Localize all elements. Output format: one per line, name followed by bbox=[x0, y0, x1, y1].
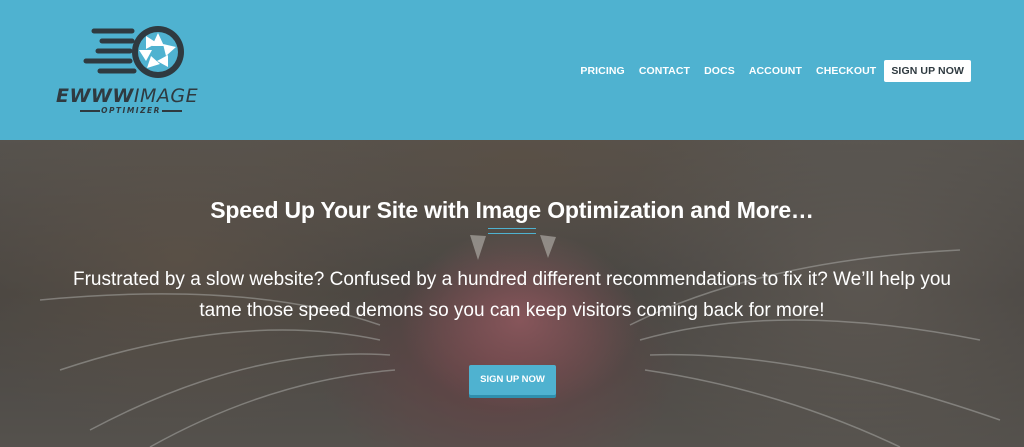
main-nav: PRICING CONTACT DOCS ACCOUNT CHECKOUT SI… bbox=[566, 60, 971, 82]
title-divider bbox=[488, 228, 536, 234]
nav-contact[interactable]: CONTACT bbox=[639, 65, 690, 77]
nav-pricing[interactable]: PRICING bbox=[580, 65, 624, 77]
aperture-logo-icon bbox=[83, 26, 184, 78]
logo-word-bold: EWWW bbox=[56, 85, 134, 107]
logo-subtitle: OPTIMIZER bbox=[76, 106, 186, 115]
site-header: EWWWIMAGE OPTIMIZER PRICING CONTACT DOCS… bbox=[0, 0, 1024, 140]
nav-docs[interactable]: DOCS bbox=[704, 65, 735, 77]
hero-description: Frustrated by a slow website? Confused b… bbox=[73, 269, 951, 321]
hero-section: Speed Up Your Site with Image Optimizati… bbox=[0, 140, 1024, 447]
logo-wordmark: EWWWIMAGE bbox=[56, 85, 198, 107]
nav-signup-button[interactable]: SIGN UP NOW bbox=[884, 60, 971, 82]
hero-title: Speed Up Your Site with Image Optimizati… bbox=[210, 197, 814, 223]
hero-signup-button[interactable]: SIGN UP NOW bbox=[469, 365, 556, 395]
hero-content: Speed Up Your Site with Image Optimizati… bbox=[0, 140, 1024, 447]
logo-word-light: IMAGE bbox=[133, 85, 199, 107]
nav-account[interactable]: ACCOUNT bbox=[749, 65, 802, 77]
nav-checkout[interactable]: CHECKOUT bbox=[816, 65, 876, 77]
